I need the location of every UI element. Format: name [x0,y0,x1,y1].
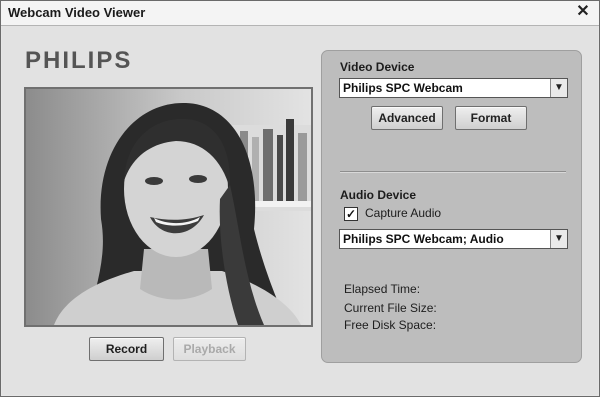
video-device-label: Video Device [340,60,415,74]
capture-audio-checkbox[interactable]: ✓ [344,207,358,221]
video-preview-image [26,89,311,325]
free-disk-space-label: Free Disk Space: [344,318,437,332]
check-icon: ✓ [345,207,357,221]
window-title: Webcam Video Viewer [8,5,146,20]
video-device-select[interactable]: Philips SPC Webcam ▼ [339,78,568,98]
webcam-viewer-window: Webcam Video Viewer ✕ PHILIPS Record Pla… [0,0,600,397]
audio-device-label: Audio Device [340,188,417,202]
video-device-value: Philips SPC Webcam [343,81,463,95]
capture-audio-label: Capture Audio [365,206,442,220]
playback-button[interactable]: Playback [173,337,246,361]
close-icon[interactable]: ✕ [575,3,591,21]
video-preview [24,87,313,327]
chevron-down-icon[interactable]: ▼ [550,230,567,248]
title-bar: Webcam Video Viewer ✕ [1,1,599,26]
chevron-down-icon[interactable]: ▼ [550,79,567,97]
record-button[interactable]: Record [89,337,164,361]
format-button[interactable]: Format [455,106,527,130]
section-divider [340,171,566,173]
audio-device-value: Philips SPC Webcam; Audio [343,232,504,246]
current-file-size-label: Current File Size: [344,301,437,315]
window-content: PHILIPS Record Playback Video Device Phi… [2,26,598,395]
elapsed-time-label: Elapsed Time: [344,282,421,296]
audio-device-select[interactable]: Philips SPC Webcam; Audio ▼ [339,229,568,249]
advanced-button[interactable]: Advanced [371,106,443,130]
philips-logo: PHILIPS [25,47,133,74]
device-settings-panel: Video Device Philips SPC Webcam ▼ Advanc… [321,50,582,363]
